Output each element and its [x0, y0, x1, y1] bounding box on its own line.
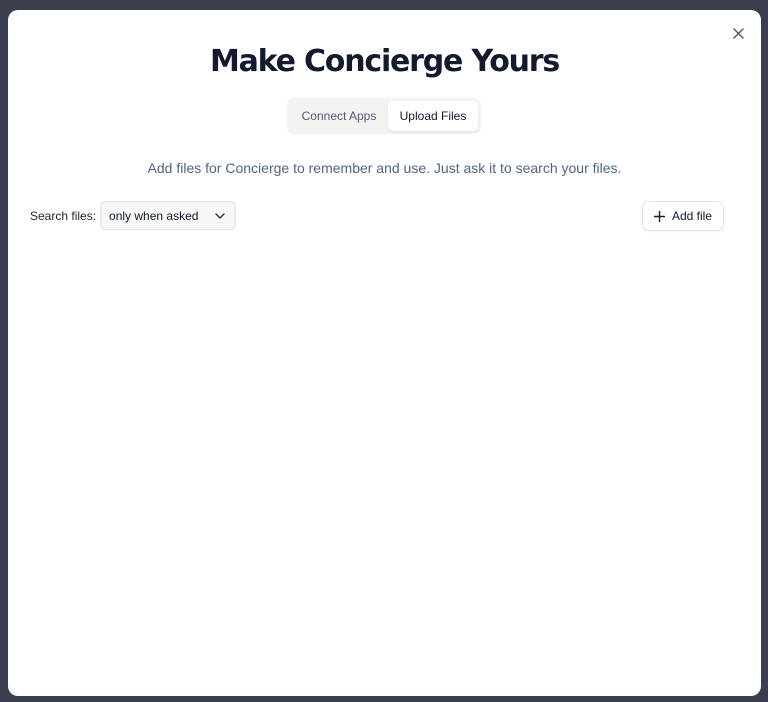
search-files-row: Search files: only when asked — [30, 201, 237, 230]
tab-connect-apps[interactable]: Connect Apps — [290, 101, 388, 131]
close-icon — [732, 27, 744, 39]
search-files-label: Search files: — [30, 208, 97, 223]
add-file-label: Add file — [671, 209, 713, 223]
chevron-down-icon — [215, 212, 225, 219]
search-mode-value: only when asked — [109, 208, 199, 223]
modal-dialog: Make Concierge Yours Connect Apps Upload… — [8, 10, 761, 696]
close-button[interactable] — [727, 22, 749, 44]
subtitle-text: Add files for Concierge to remember and … — [147, 160, 622, 176]
plus-icon — [653, 210, 665, 222]
tab-bar: Connect Apps Upload Files — [287, 98, 481, 134]
search-mode-select[interactable]: only when asked — [100, 201, 237, 230]
tab-upload-files[interactable]: Upload Files — [388, 101, 478, 131]
add-file-button[interactable]: Add file — [642, 201, 724, 231]
page-title: Make Concierge Yours — [209, 44, 560, 79]
